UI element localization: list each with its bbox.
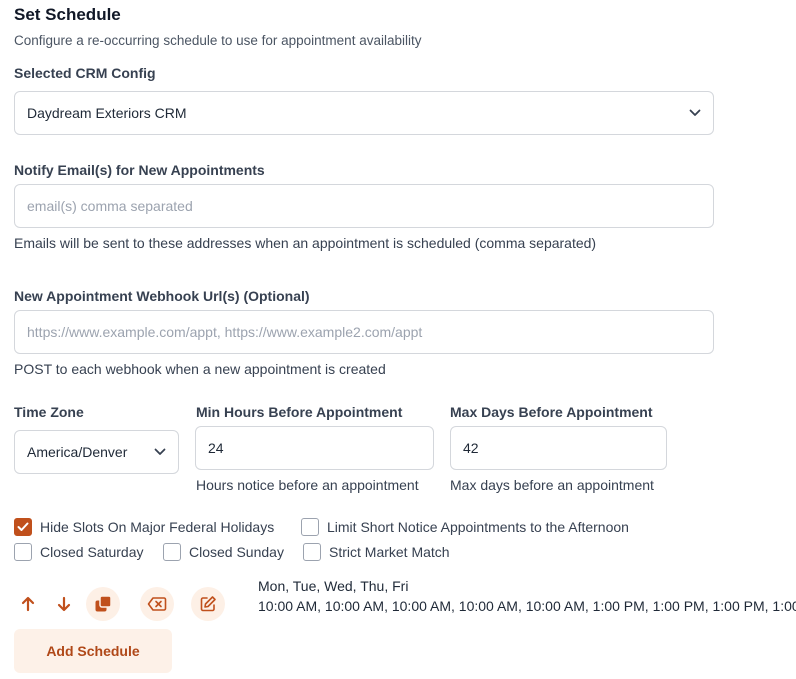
webhook-help: POST to each webhook when a new appointm… bbox=[14, 361, 386, 377]
max-days-help: Max days before an appointment bbox=[450, 477, 654, 493]
max-days-label: Max Days Before Appointment bbox=[450, 404, 653, 420]
min-hours-label: Min Hours Before Appointment bbox=[196, 404, 403, 420]
hide-holidays-checkbox[interactable] bbox=[14, 518, 32, 536]
max-days-value: 42 bbox=[463, 440, 479, 456]
page-subtitle: Configure a re-occurring schedule to use… bbox=[14, 33, 422, 48]
add-schedule-button[interactable]: Add Schedule bbox=[14, 629, 172, 673]
notify-email-help: Emails will be sent to these addresses w… bbox=[14, 235, 597, 251]
crm-config-value: Daydream Exteriors CRM bbox=[27, 105, 187, 121]
notify-email-input[interactable] bbox=[14, 184, 714, 228]
webhook-label: New Appointment Webhook Url(s) (Optional… bbox=[14, 288, 310, 304]
strict-market-option[interactable]: Strict Market Match bbox=[303, 543, 450, 561]
strict-market-label: Strict Market Match bbox=[329, 544, 450, 560]
arrow-up-icon bbox=[21, 596, 35, 612]
backspace-icon bbox=[147, 597, 167, 611]
hide-holidays-label: Hide Slots On Major Federal Holidays bbox=[40, 519, 275, 535]
move-down-button[interactable] bbox=[47, 587, 81, 621]
max-days-input[interactable]: 42 bbox=[450, 426, 667, 470]
min-hours-input[interactable]: 24 bbox=[195, 426, 434, 470]
min-hours-help: Hours notice before an appointment bbox=[196, 477, 419, 493]
notify-email-label: Notify Email(s) for New Appointments bbox=[14, 162, 265, 178]
webhook-input[interactable] bbox=[14, 310, 714, 354]
crm-config-select[interactable]: Daydream Exteriors CRM bbox=[14, 91, 714, 135]
closed-sunday-checkbox[interactable] bbox=[163, 543, 181, 561]
timezone-label: Time Zone bbox=[14, 404, 84, 420]
closed-sunday-label: Closed Sunday bbox=[189, 544, 284, 560]
page-title: Set Schedule bbox=[14, 5, 121, 24]
closed-saturday-checkbox[interactable] bbox=[14, 543, 32, 561]
limit-short-notice-option[interactable]: Limit Short Notice Appointments to the A… bbox=[301, 518, 629, 536]
closed-saturday-option[interactable]: Closed Saturday bbox=[14, 543, 144, 561]
duplicate-button[interactable] bbox=[86, 587, 120, 621]
chevron-down-icon bbox=[689, 109, 701, 116]
timezone-value: America/Denver bbox=[27, 444, 128, 460]
min-hours-value: 24 bbox=[208, 440, 224, 456]
limit-short-notice-checkbox[interactable] bbox=[301, 518, 319, 536]
crm-config-label: Selected CRM Config bbox=[14, 65, 156, 81]
delete-button[interactable] bbox=[140, 587, 174, 621]
closed-sunday-option[interactable]: Closed Sunday bbox=[163, 543, 284, 561]
checkmark-icon bbox=[17, 522, 29, 531]
strict-market-checkbox[interactable] bbox=[303, 543, 321, 561]
closed-saturday-label: Closed Saturday bbox=[40, 544, 144, 560]
edit-icon bbox=[200, 596, 216, 612]
timezone-select[interactable]: America/Denver bbox=[14, 430, 179, 474]
copy-icon bbox=[95, 595, 112, 612]
chevron-down-icon bbox=[154, 448, 166, 455]
edit-button[interactable] bbox=[191, 587, 225, 621]
schedule-days: Mon, Tue, Wed, Thu, Fri bbox=[258, 578, 409, 594]
arrow-down-icon bbox=[57, 596, 71, 612]
move-up-button[interactable] bbox=[11, 587, 45, 621]
schedule-times: 10:00 AM, 10:00 AM, 10:00 AM, 10:00 AM, … bbox=[258, 598, 796, 614]
hide-holidays-option[interactable]: Hide Slots On Major Federal Holidays bbox=[14, 518, 274, 536]
limit-short-notice-label: Limit Short Notice Appointments to the A… bbox=[327, 519, 629, 535]
